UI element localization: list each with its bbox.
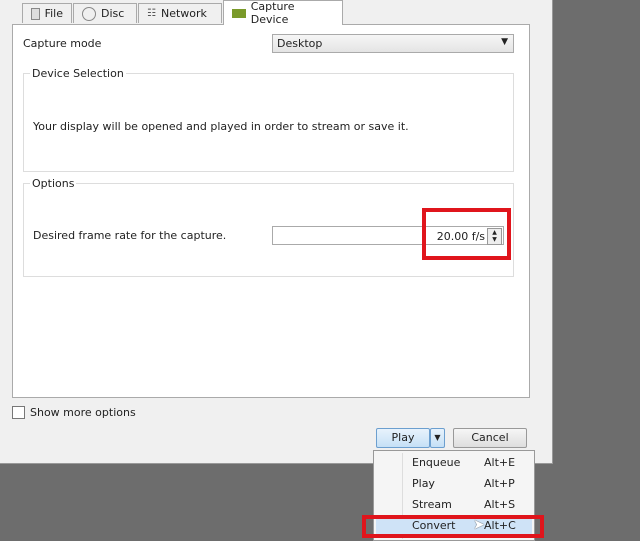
menu-item-enqueue[interactable]: Enqueue Alt+E [412, 453, 532, 473]
show-more-options-checkbox[interactable] [12, 406, 25, 419]
cancel-button[interactable]: Cancel [453, 428, 527, 448]
capture-mode-label: Capture mode [23, 37, 102, 50]
tab-file[interactable]: File [22, 3, 72, 23]
capture-mode-select[interactable]: Desktop ▼ [272, 34, 514, 53]
mouse-cursor-icon: ➤ [473, 517, 485, 533]
folder-icon [31, 7, 40, 20]
disc-icon [82, 6, 96, 21]
show-more-options-label: Show more options [30, 406, 136, 419]
menu-item-play[interactable]: Play Alt+P [412, 474, 532, 494]
frame-rate-label: Desired frame rate for the capture. [33, 229, 227, 242]
play-button[interactable]: Play [376, 428, 430, 448]
frame-rate-highlight [422, 208, 511, 260]
device-selection-title: Device Selection [30, 67, 126, 80]
tab-network[interactable]: ☷ Network [138, 3, 222, 23]
chevron-down-icon: ▼ [501, 37, 508, 47]
convert-highlight [362, 515, 544, 538]
menu-item-stream[interactable]: Stream Alt+S [412, 495, 532, 515]
network-icon: ☷ [147, 8, 156, 19]
device-selection-text: Your display will be opened and played i… [33, 120, 409, 133]
tab-disc[interactable]: Disc [73, 3, 137, 23]
options-title: Options [30, 177, 77, 190]
tab-capture-device[interactable]: Capture Device [223, 0, 343, 26]
play-dropdown-arrow-icon[interactable]: ▼ [430, 428, 445, 448]
capture-card-icon [232, 8, 246, 18]
